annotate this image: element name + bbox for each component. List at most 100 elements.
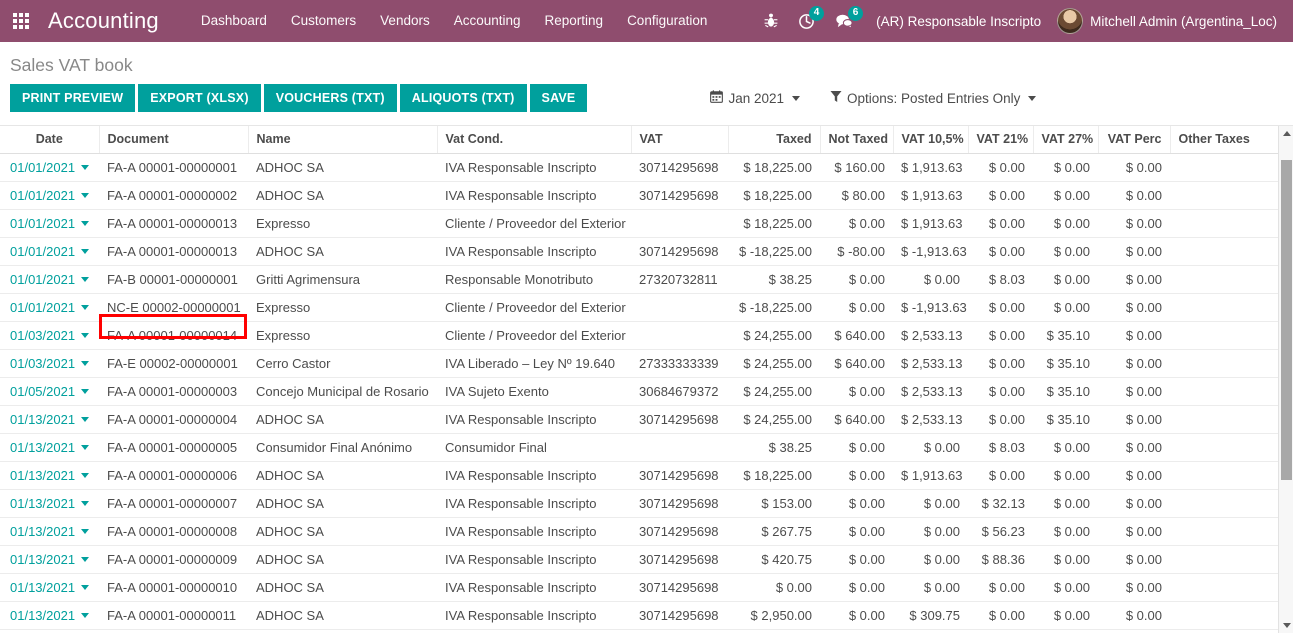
scroll-up-arrow-icon[interactable] <box>1279 126 1293 141</box>
table-row[interactable]: 01/01/2021 FA-A 00001-00000001 ADHOC SA IVA… <box>0 153 1280 182</box>
cell-vat-cond: Responsable Monotributo <box>437 265 631 294</box>
apps-grid-icon[interactable] <box>0 0 34 42</box>
row-dropdown-caret-icon[interactable] <box>81 501 90 506</box>
cell-date[interactable]: 01/13/2021 <box>0 405 99 434</box>
column-header-name[interactable]: Name <box>247 126 437 154</box>
save-button[interactable]: SAVE <box>529 84 588 112</box>
column-header-not-taxed[interactable]: Not Taxed <box>819 126 893 154</box>
vat-book-table-area: Date Document Name Vat Cond. VAT Taxed N… <box>0 126 1293 633</box>
options-filter[interactable]: Options: Posted Entries Only <box>830 90 1037 106</box>
cell-vat105: $ 2,533.13 <box>893 349 968 378</box>
table-row[interactable]: 01/13/2021 FA-A 00001-00000006 ADHOC SA IVA… <box>0 461 1280 490</box>
column-header-document[interactable]: Document <box>98 126 248 154</box>
cell-date[interactable]: 01/13/2021 <box>0 601 99 630</box>
table-row[interactable]: 01/03/2021 FA-A 00001-00000014 Expresso Cli… <box>0 321 1280 350</box>
cell-vat-perc: $ 0.00 <box>1098 545 1170 574</box>
row-dropdown-caret-icon[interactable] <box>81 361 90 366</box>
cell-date-label: 01/01/2021 <box>10 272 76 287</box>
table-row[interactable]: 01/13/2021 FA-A 00001-00000005 Consumidor … <box>0 433 1280 462</box>
cell-date-label: 01/01/2021 <box>10 216 76 231</box>
row-dropdown-caret-icon[interactable] <box>81 277 90 282</box>
table-row[interactable]: 01/13/2021 FA-A 00001-00000010 ADHOC SA IVA… <box>0 573 1280 602</box>
messages-icon[interactable]: 6 <box>825 0 864 42</box>
row-dropdown-caret-icon[interactable] <box>81 557 90 562</box>
table-row[interactable]: 01/13/2021 FA-A 00001-00000004 ADHOC SA IVA… <box>0 405 1280 434</box>
date-period-filter[interactable]: Jan 2021 <box>710 90 801 106</box>
user-menu[interactable]: Mitchell Admin (Argentina_Loc) <box>1053 8 1283 34</box>
row-dropdown-caret-icon[interactable] <box>81 165 90 170</box>
row-dropdown-caret-icon[interactable] <box>81 613 90 618</box>
cell-date[interactable]: 01/01/2021 <box>0 209 99 238</box>
print-preview-button[interactable]: PRINT PREVIEW <box>10 84 136 112</box>
row-dropdown-caret-icon[interactable] <box>81 389 90 394</box>
cell-date[interactable]: 01/05/2021 <box>0 377 99 406</box>
menu-item-vendors[interactable]: Vendors <box>368 0 442 42</box>
menu-item-accounting[interactable]: Accounting <box>442 0 533 42</box>
cell-date[interactable]: 01/01/2021 <box>0 265 99 294</box>
cell-date[interactable]: 01/13/2021 <box>0 517 99 546</box>
scrollbar-thumb[interactable] <box>1281 160 1292 480</box>
cell-date[interactable]: 01/13/2021 <box>0 573 99 602</box>
table-row[interactable]: 01/05/2021 FA-A 00001-00000003 Concejo Mun… <box>0 377 1280 406</box>
row-dropdown-caret-icon[interactable] <box>81 585 90 590</box>
messages-count-badge: 6 <box>848 6 864 21</box>
menu-item-customers[interactable]: Customers <box>279 0 368 42</box>
table-row[interactable]: 01/01/2021 FA-A 00001-00000013 ADHOC SA IVA… <box>0 237 1280 266</box>
menu-item-configuration[interactable]: Configuration <box>615 0 719 42</box>
cell-date[interactable]: 01/13/2021 <box>0 461 99 490</box>
row-dropdown-caret-icon[interactable] <box>81 417 90 422</box>
cell-date[interactable]: 01/13/2021 <box>0 489 99 518</box>
table-row[interactable]: 01/01/2021 NC-E 00002-00000001 Expresso Cli… <box>0 293 1280 322</box>
cell-date[interactable]: 01/13/2021 <box>0 629 99 633</box>
table-row[interactable]: 01/13/2021 FA-A 00001-00000007 ADHOC SA IVA… <box>0 489 1280 518</box>
row-dropdown-caret-icon[interactable] <box>81 249 90 254</box>
table-row[interactable]: 01/01/2021 FA-A 00001-00000002 ADHOC SA IVA… <box>0 181 1280 210</box>
row-dropdown-caret-icon[interactable] <box>81 305 90 310</box>
row-dropdown-caret-icon[interactable] <box>81 529 90 534</box>
column-header-date[interactable]: Date <box>0 126 99 154</box>
table-row[interactable]: 01/01/2021 FA-A 00001-00000013 Expresso Cli… <box>0 209 1280 238</box>
row-dropdown-caret-icon[interactable] <box>81 221 90 226</box>
row-dropdown-caret-icon[interactable] <box>81 333 90 338</box>
table-row[interactable]: 01/13/2021 FA-A 00001-00000008 ADHOC SA IVA… <box>0 517 1280 546</box>
vertical-scrollbar[interactable] <box>1278 126 1293 633</box>
cell-date[interactable]: 01/03/2021 <box>0 349 99 378</box>
cell-vat21: $ 0.00 <box>968 293 1033 322</box>
cell-date[interactable]: 01/03/2021 <box>0 321 99 350</box>
cell-date[interactable]: 01/13/2021 <box>0 433 99 462</box>
activity-clock-icon[interactable]: 4 <box>788 0 825 42</box>
cell-vat: 30714295698 <box>631 153 728 182</box>
menu-item-dashboard[interactable]: Dashboard <box>189 0 279 42</box>
vouchers-txt-button[interactable]: VOUCHERS (TXT) <box>263 84 397 112</box>
bug-icon[interactable] <box>754 0 788 42</box>
table-row[interactable]: 01/13/2021 FA-A 00001-00000009 ADHOC SA IVA… <box>0 545 1280 574</box>
column-header-vat-perc[interactable]: VAT Perc <box>1097 126 1170 154</box>
column-header-other-taxes[interactable]: Other Taxes <box>1169 126 1280 154</box>
column-header-vat-27[interactable]: VAT 27% <box>1032 126 1098 154</box>
table-row[interactable]: 01/13/2021FA-A 00001-00000012ADHOC SAIVA… <box>0 629 1280 633</box>
export-xlsx-button[interactable]: EXPORT (XLSX) <box>138 84 261 112</box>
table-row[interactable]: 01/13/2021 FA-A 00001-00000011 ADHOC SA IVA… <box>0 601 1280 630</box>
aliquots-txt-button[interactable]: ALIQUOTS (TXT) <box>399 84 527 112</box>
table-row[interactable]: 01/03/2021 FA-E 00002-00000001 Cerro Casto… <box>0 349 1280 378</box>
scroll-down-arrow-icon[interactable] <box>1279 618 1293 633</box>
column-header-vat-105[interactable]: VAT 10,5% <box>892 126 968 154</box>
row-dropdown-caret-icon[interactable] <box>81 193 90 198</box>
date-period-label: Jan 2021 <box>728 90 785 106</box>
cell-date[interactable]: 01/13/2021 <box>0 545 99 574</box>
column-header-vat[interactable]: VAT <box>630 126 728 154</box>
column-header-taxed[interactable]: Taxed <box>727 126 820 154</box>
cell-date[interactable]: 01/01/2021 <box>0 293 99 322</box>
row-dropdown-caret-icon[interactable] <box>81 473 90 478</box>
column-header-vat-cond[interactable]: Vat Cond. <box>436 126 631 154</box>
menu-item-reporting[interactable]: Reporting <box>533 0 616 42</box>
cell-date[interactable]: 01/01/2021 <box>0 181 99 210</box>
app-brand-accounting[interactable]: Accounting <box>48 8 159 34</box>
table-row[interactable]: 01/01/2021 FA-B 00001-00000001 Gritti Agri… <box>0 265 1280 294</box>
column-header-vat-21[interactable]: VAT 21% <box>967 126 1033 154</box>
cell-date[interactable]: 01/01/2021 <box>0 237 99 266</box>
row-dropdown-caret-icon[interactable] <box>81 445 90 450</box>
cell-vat21: $ 8.03 <box>968 433 1033 462</box>
cell-date[interactable]: 01/01/2021 <box>0 153 99 182</box>
company-switcher[interactable]: (AR) Responsable Inscripto <box>864 14 1053 29</box>
